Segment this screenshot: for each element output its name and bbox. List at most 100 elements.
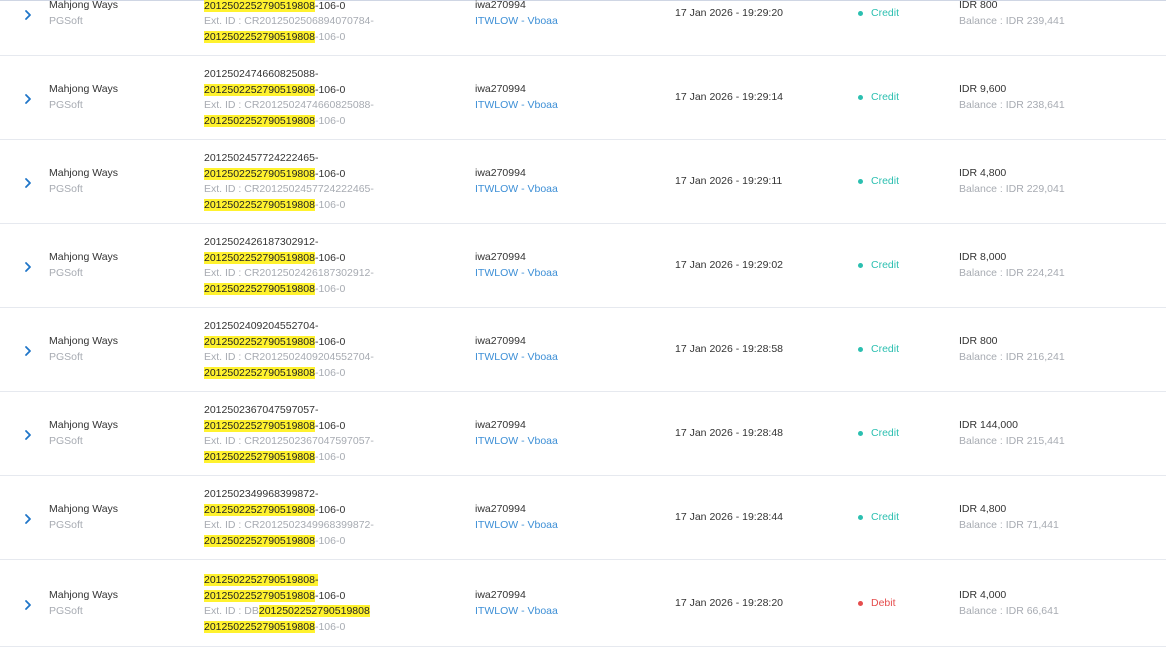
game-cell: Mahjong Ways PGSoft [49,502,118,533]
amount: IDR 4,800 [959,167,1007,179]
game-provider: PGSoft [49,14,83,27]
game-name: Mahjong Ways [49,419,119,431]
round-id-highlight: 2012502252790519808 [204,574,315,586]
round-id-suffix: -106-0 [314,589,346,602]
agent-link[interactable]: ITWLOW - Vboaa [475,350,558,366]
type-cell: Credit [858,174,899,190]
balance: Balance : IDR 71,441 [959,518,1059,534]
ext-id-label: Ext. ID : [204,351,245,363]
ext-round-id-suffix: -106-0 [314,620,346,633]
transaction-datetime: 17 Jan 2026 - 19:29:11 [675,175,783,187]
type-cell: Credit [858,90,899,106]
chevron-right-icon[interactable] [22,513,34,525]
round-id-line: 2012502252790519808-106-0 [204,167,374,183]
game-provider: PGSoft [49,182,83,195]
balance-value: IDR 216,241 [1005,350,1065,363]
round-id-suffix: -106-0 [314,0,346,12]
chevron-right-icon[interactable] [22,345,34,357]
round-id-line: 2012502252790519808-106-0 [204,83,374,99]
chevron-right-icon[interactable] [22,93,34,105]
transaction-id-cell: 2012502252790519808- 2012502252790519808… [204,573,370,635]
ext-round-id-suffix: -106-0 [314,114,346,127]
ext-round-id-highlight: 2012502252790519808 [204,534,315,547]
game-provider: PGSoft [49,434,83,447]
round-id-dash: - [314,574,319,586]
agent-link[interactable]: ITWLOW - Vboaa [475,14,558,30]
game-name: Mahjong Ways [49,251,119,263]
status-badge: Credit [858,174,899,190]
balance-label: Balance : [959,98,1006,111]
status-label: Credit [871,343,900,355]
ext-id-label: Ext. ID : [204,519,245,531]
status-badge: Debit [858,596,896,612]
round-id-suffix: -106-0 [314,335,346,348]
round-id-highlight: 2012502252790519808 [204,335,315,348]
ext-round-id-line: 2012502252790519808-106-0 [204,114,374,130]
game-cell: Mahjong Ways PGSoft [49,418,118,449]
amount-cell: IDR 800 Balance : IDR 239,441 [959,0,1065,29]
transaction-id-cell: 2012502426187302912- 2012502252790519808… [204,235,374,297]
balance-value: IDR 238,641 [1005,98,1065,111]
game-name: Mahjong Ways [49,503,119,515]
amount: IDR 144,000 [959,419,1018,431]
balance-label: Balance : [959,350,1006,363]
transaction-id: 2012502474660825088- [204,68,319,80]
status-badge: Credit [858,90,899,106]
player-username: iwa270994 [475,167,526,179]
balance-label: Balance : [959,182,1006,195]
balance-label: Balance : [959,518,1006,531]
chevron-right-icon[interactable] [22,9,34,21]
round-id-suffix: -106-0 [314,251,346,264]
balance-label: Balance : [959,434,1006,447]
status-badge: Credit [858,342,899,358]
chevron-right-icon[interactable] [22,429,34,441]
ext-round-id-highlight: 2012502252790519808 [204,198,315,211]
ext-round-id-line: 2012502252790519808-106-0 [204,534,374,550]
table-row: Mahjong Ways PGSoft 2012502426187302912-… [0,224,1166,308]
type-cell: Credit [858,342,899,358]
agent-link[interactable]: ITWLOW - Vboaa [475,182,558,198]
transaction-id: 2012502367047597057- [204,404,319,416]
status-label: Credit [871,7,900,19]
agent-link[interactable]: ITWLOW - Vboaa [475,604,558,620]
round-id-highlight: 2012502252790519808 [204,83,315,96]
round-id-line: 2012502252790519808-106-0 [204,419,374,435]
game-provider: PGSoft [49,518,83,531]
game-name: Mahjong Ways [49,0,119,11]
status-badge: Credit [858,426,899,442]
agent-link[interactable]: ITWLOW - Vboaa [475,434,558,450]
balance-value: IDR 239,441 [1005,14,1065,27]
amount-cell: IDR 8,000 Balance : IDR 224,241 [959,250,1065,281]
external-id: Ext. ID : DB2012502252790519808 [204,604,370,620]
external-id: Ext. ID : CR2012502349968399872- [204,518,374,534]
balance: Balance : IDR 224,241 [959,266,1065,282]
ext-id-highlight: 2012502252790519808 [258,605,370,617]
status-dot [858,11,863,17]
table-row: Mahjong Ways PGSoft 2012502349968399872-… [0,476,1166,560]
ext-id-label: Ext. ID : [204,435,245,447]
balance-value: IDR 224,241 [1005,266,1065,279]
game-name: Mahjong Ways [49,167,119,179]
chevron-right-icon[interactable] [22,599,34,611]
game-cell: Mahjong Ways PGSoft [49,334,118,365]
round-id-suffix: -106-0 [314,167,346,180]
external-id: Ext. ID : CR2012502474660825088- [204,98,374,114]
status-dot [858,431,863,437]
ext-round-id-suffix: -106-0 [314,30,346,43]
agent-link[interactable]: ITWLOW - Vboaa [475,266,558,282]
amount: IDR 9,600 [959,83,1007,95]
agent-link[interactable]: ITWLOW - Vboaa [475,518,558,534]
ext-id-code: CR2012502367047597057- [244,435,374,447]
chevron-right-icon[interactable] [22,261,34,273]
table-row: Mahjong Ways PGSoft 2012502252790519808-… [0,562,1166,647]
game-name: Mahjong Ways [49,335,119,347]
ext-round-id-highlight: 2012502252790519808 [204,620,315,633]
status-label: Credit [871,91,900,103]
transactions-table: Mahjong Ways PGSoft 2012502506894070784-… [0,0,1166,560]
chevron-right-icon[interactable] [22,177,34,189]
ext-round-id-highlight: 2012502252790519808 [204,366,315,379]
ext-id-label: Ext. ID : [204,267,245,279]
agent-link[interactable]: ITWLOW - Vboaa [475,98,558,114]
type-cell: Credit [858,510,899,526]
ext-round-id-highlight: 2012502252790519808 [204,450,315,463]
